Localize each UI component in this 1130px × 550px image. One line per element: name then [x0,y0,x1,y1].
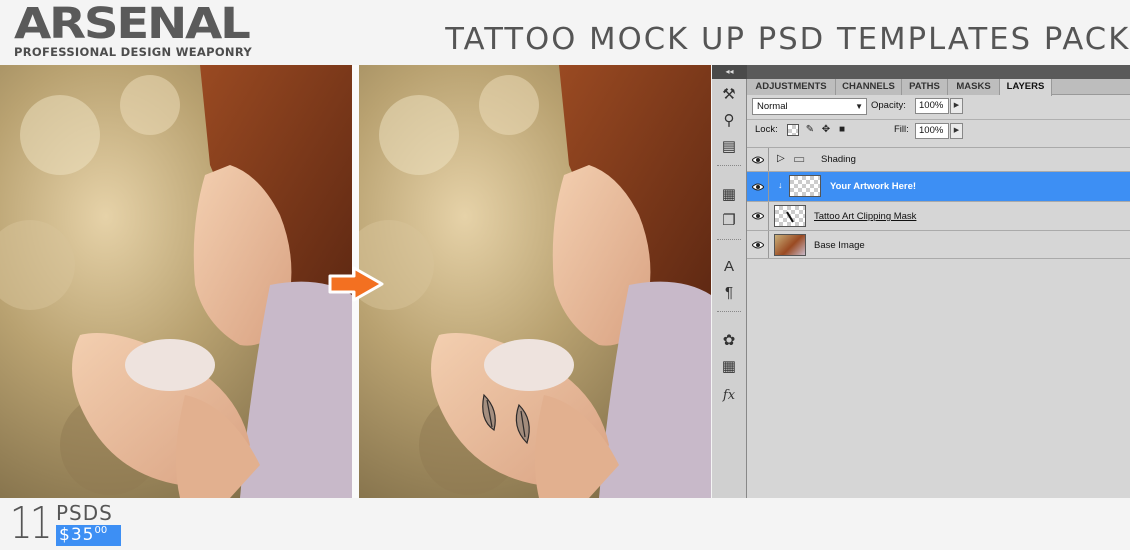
price-badge[interactable]: $3500 [56,525,121,546]
psd-unit: PSDS [56,501,113,525]
layer-name: Shading [821,154,856,165]
fx-icon[interactable]: fx [719,385,739,405]
price-main: $35 [59,525,95,545]
panel-icon-column: ⚒ ⚲ ▤ ▦ ❐ A ¶ ✿ ▦ fx [712,79,747,498]
lock-brush-icon[interactable]: ✎ [804,124,816,136]
psd-count: 11 [10,498,52,549]
layer-row-base-image[interactable]: Base Image [747,230,1130,259]
eye-icon[interactable] [747,202,769,230]
layer-row-shading[interactable]: ▷ ▭ Shading [747,147,1130,171]
tool-presets-icon[interactable]: ▤ [719,137,739,157]
layer-name: Tattoo Art Clipping Mask [814,211,917,222]
opacity-slider-button[interactable]: ▶ [950,98,963,114]
layer-thumbnail [774,205,806,227]
brush-presets-icon[interactable]: ⚒ [719,85,739,105]
layer-name: Base Image [814,240,865,251]
tab-channels[interactable]: CHANNELS [836,79,902,95]
folder-icon: ▭ [793,151,806,166]
header: ARSENAL PROFESSIONAL DESIGN WEAPONRY TAT… [0,0,1130,65]
fill-field[interactable]: 100% [915,123,949,139]
chevron-down-icon: ▼ [855,102,863,111]
opacity-field[interactable]: 100% [915,98,949,114]
opacity-label: Opacity: [871,100,906,111]
lock-transparent-icon[interactable] [787,124,799,136]
tab-masks[interactable]: MASKS [948,79,1000,95]
tool-separator [717,311,741,312]
tab-paths[interactable]: PATHS [902,79,948,95]
tab-layers[interactable]: LAYERS [1000,79,1052,96]
lock-label: Lock: [755,124,778,135]
collapse-panels-button[interactable]: ◂◂ [712,65,747,79]
lock-move-icon[interactable]: ✥ [820,124,832,136]
footer [0,498,1130,550]
after-photo [359,65,711,498]
page-title: TATTOO MOCK UP PSD TEMPLATES PACK [445,22,1130,57]
lock-all-icon[interactable]: ■ [836,124,848,136]
panel-tabs: ADJUSTMENTS CHANNELS PATHS MASKS LAYERS [747,79,1130,96]
eye-icon[interactable] [747,148,769,171]
expand-triangle-icon[interactable]: ▷ [777,153,785,164]
paragraph-icon[interactable]: ¶ [719,283,739,303]
layer-row-clipping-mask[interactable]: Tattoo Art Clipping Mask [747,201,1130,230]
clone-source-icon[interactable]: ⚲ [719,111,739,131]
tool-separator [717,165,741,166]
brand-logo: ARSENAL PROFESSIONAL DESIGN WEAPONRY [14,2,252,59]
blend-mode-select[interactable]: Normal ▼ [752,98,867,115]
swatches-icon[interactable]: ✿ [719,331,739,351]
brand-name: ARSENAL [14,0,251,49]
layers-panel: ADJUSTMENTS CHANNELS PATHS MASKS LAYERS … [747,79,1130,498]
character-icon[interactable]: A [719,257,739,277]
clipping-arrow-icon: ↓ [778,180,783,190]
price-cents: 00 [94,525,108,536]
eye-icon[interactable] [747,172,769,201]
blend-mode-value: Normal [757,101,788,112]
fill-label: Fill: [894,124,909,135]
before-photo [0,65,352,498]
photoshop-panel: ◂◂ ⚒ ⚲ ▤ ▦ ❐ A ¶ ✿ ▦ fx ADJUSTMENTS CHAN… [712,65,1130,498]
fill-slider-button[interactable]: ▶ [950,123,963,139]
arrow-right-icon [326,266,386,302]
info-icon[interactable]: ▦ [719,185,739,205]
layer-thumbnail [789,175,821,197]
history-icon[interactable]: ❐ [719,211,739,231]
layer-name: Your Artwork Here! [830,181,917,192]
tab-adjustments[interactable]: ADJUSTMENTS [747,79,836,95]
layer-row-artwork[interactable]: ↓ Your Artwork Here! [747,171,1130,201]
styles-icon[interactable]: ▦ [719,357,739,377]
toolbar-divider [747,119,1130,120]
layer-thumbnail [774,234,806,256]
eye-icon[interactable] [747,231,769,258]
tool-separator [717,239,741,240]
